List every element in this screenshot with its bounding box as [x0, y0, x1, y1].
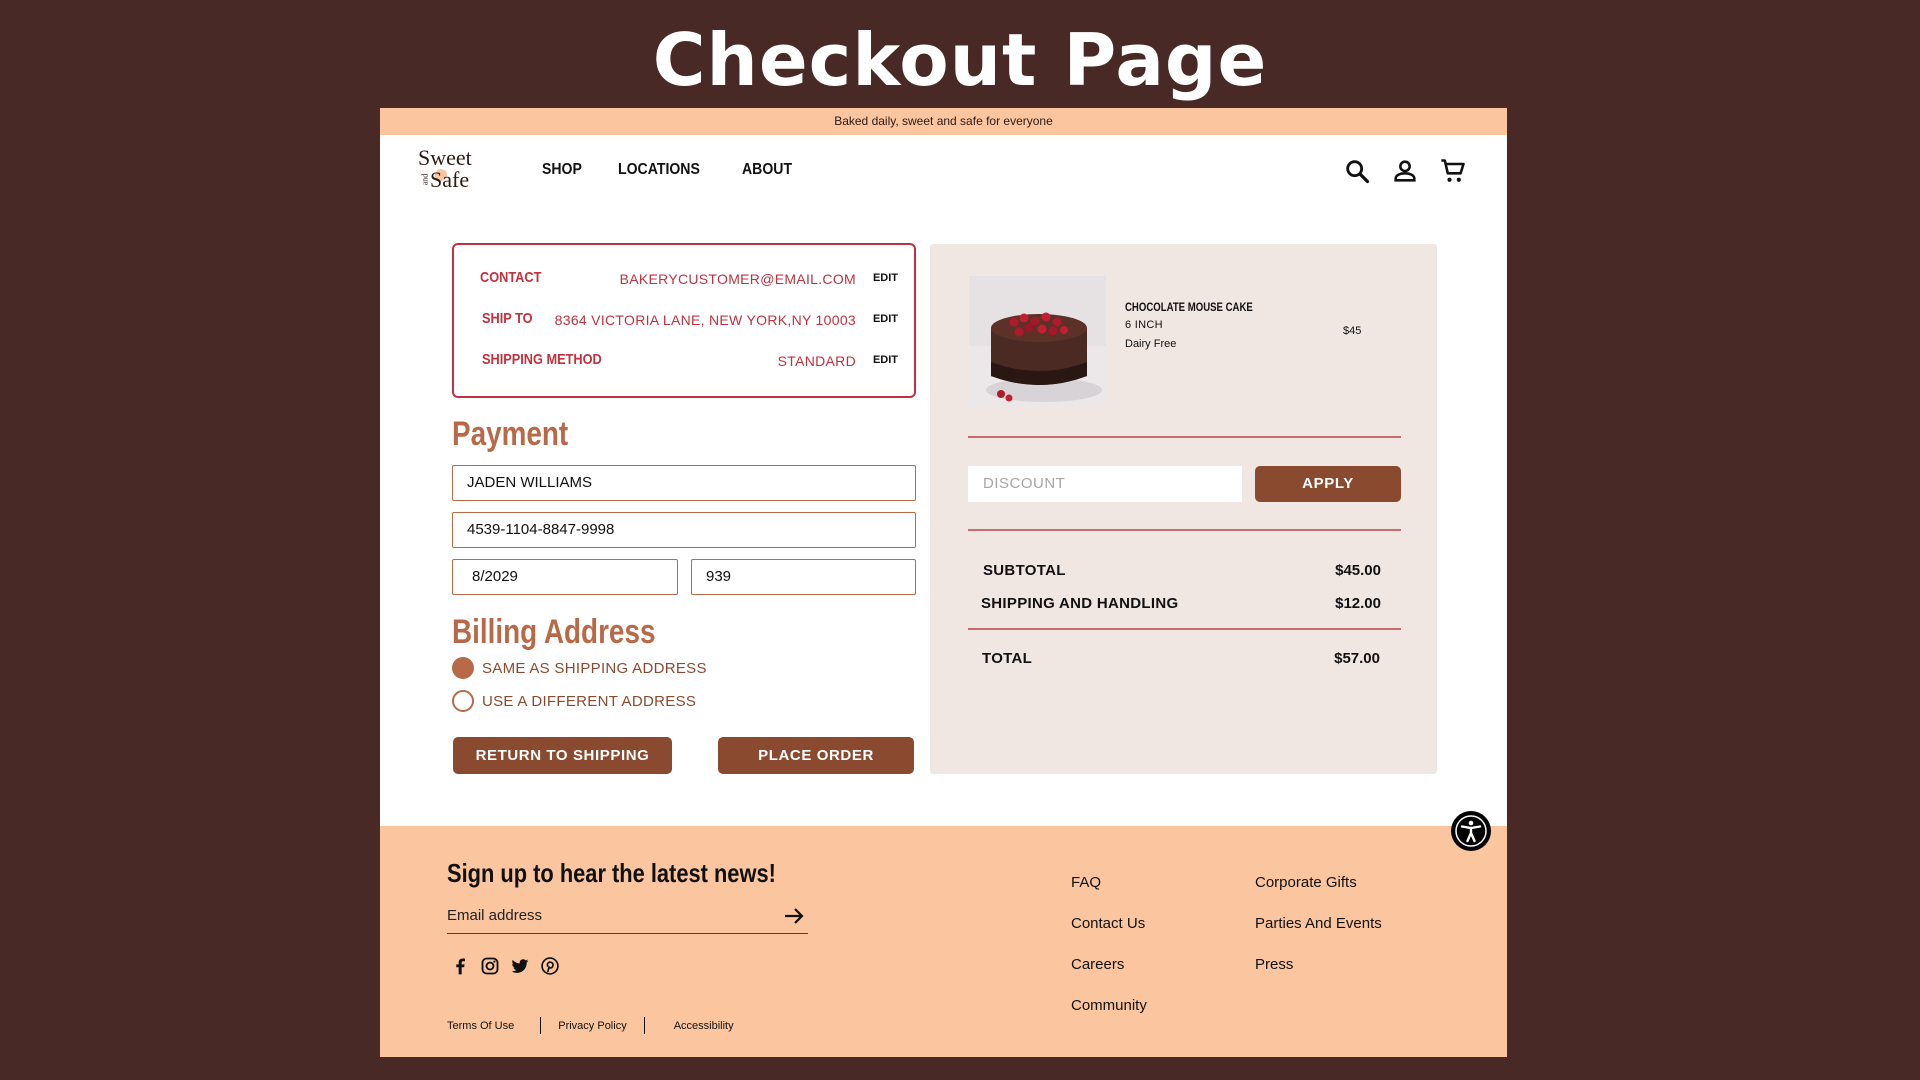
- return-to-shipping-button[interactable]: RETURN TO SHIPPING: [453, 737, 672, 774]
- divider-1: [968, 436, 1401, 438]
- item-name: CHOCOLATE MOUSE CAKE: [1125, 300, 1253, 314]
- item-diet: Dairy Free: [1125, 338, 1177, 350]
- arrow-right-icon[interactable]: [782, 904, 806, 928]
- pinterest-icon[interactable]: [540, 956, 560, 976]
- email-placeholder: Email address: [447, 907, 543, 924]
- logo-line-1: Sweet: [418, 145, 472, 170]
- ship-to-value: 8364 VICTORIA LANE, NEW YORK,NY 10003: [554, 312, 856, 328]
- total-value: $57.00: [1334, 650, 1380, 667]
- shipping-method-row: SHIPPING METHOD STANDARD EDIT: [454, 351, 914, 371]
- shipping-label: SHIPPING AND HANDLING: [981, 595, 1179, 612]
- total-label: TOTAL: [982, 650, 1033, 667]
- accessibility-icon: [1455, 815, 1487, 847]
- order-summary-panel: CHOCOLATE MOUSE CAKE 6 INCH Dairy Free $…: [930, 244, 1437, 774]
- radio-selected-icon[interactable]: [452, 657, 474, 679]
- nav-locations[interactable]: LOCATIONS: [618, 161, 700, 179]
- different-address-option[interactable]: USE A DIFFERENT ADDRESS: [452, 690, 696, 712]
- nav-about[interactable]: ABOUT: [742, 161, 792, 179]
- footer-link-parties-events[interactable]: Parties And Events: [1255, 913, 1382, 935]
- shipping-value: $12.00: [1335, 595, 1381, 612]
- apply-discount-button[interactable]: APPLY: [1255, 466, 1401, 502]
- footer-column-2: Corporate Gifts Parties And Events Press: [1255, 872, 1382, 976]
- contact-row: CONTACT BAKERYCUSTOMER@EMAIL.COM EDIT: [454, 269, 914, 289]
- place-order-button[interactable]: PLACE ORDER: [718, 737, 914, 774]
- footer-link-community[interactable]: Community: [1071, 995, 1147, 1017]
- search-icon[interactable]: [1343, 157, 1371, 185]
- announcement-bar: Baked daily, sweet and safe for everyone: [380, 108, 1507, 135]
- footer-link-careers[interactable]: Careers: [1071, 954, 1147, 976]
- accessibility-link[interactable]: Accessibility: [674, 1020, 734, 1032]
- navbar: Sweet and Safe SHOP LOCATIONS ABOUT: [380, 135, 1507, 207]
- checkout-frame: Baked daily, sweet and safe for everyone…: [380, 108, 1507, 1057]
- logo-line-2: Safe: [430, 167, 470, 192]
- divider-2: [968, 529, 1401, 531]
- divider-3: [968, 628, 1401, 630]
- item-size: 6 INCH: [1125, 319, 1163, 331]
- cvv-field[interactable]: 939: [691, 559, 916, 595]
- contact-label: CONTACT: [480, 269, 542, 286]
- legal-separator: [540, 1017, 542, 1034]
- page-heading: Checkout Page: [652, 18, 1268, 102]
- social-links: [450, 956, 560, 976]
- privacy-link[interactable]: Privacy Policy: [558, 1020, 626, 1032]
- billing-title: Billing Address: [452, 613, 656, 651]
- nav-shop[interactable]: SHOP: [542, 161, 582, 179]
- nav-icons: [1343, 157, 1467, 185]
- footer-link-faq[interactable]: FAQ: [1071, 872, 1147, 894]
- shipping-method-label: SHIPPING METHOD: [482, 351, 602, 368]
- cake-image: [969, 276, 1106, 408]
- legal-separator: [643, 1017, 645, 1034]
- footer-column-1: FAQ Contact Us Careers Community: [1071, 872, 1147, 1017]
- logo[interactable]: Sweet and Safe: [418, 145, 472, 195]
- payment-title: Payment: [452, 415, 569, 453]
- subtotal-label: SUBTOTAL: [983, 562, 1066, 579]
- contact-value: BAKERYCUSTOMER@EMAIL.COM: [619, 271, 856, 287]
- item-price: $45: [1343, 325, 1362, 337]
- footer-link-corporate-gifts[interactable]: Corporate Gifts: [1255, 872, 1382, 894]
- ship-to-row: SHIP TO 8364 VICTORIA LANE, NEW YORK,NY …: [454, 310, 914, 330]
- ship-to-label: SHIP TO: [482, 310, 533, 327]
- subtotal-value: $45.00: [1335, 562, 1381, 579]
- terms-link[interactable]: Terms Of Use: [447, 1020, 514, 1032]
- facebook-icon[interactable]: [450, 956, 470, 976]
- different-address-label: USE A DIFFERENT ADDRESS: [482, 692, 697, 710]
- contact-edit-link[interactable]: EDIT: [873, 272, 898, 284]
- accessibility-widget-button[interactable]: [1451, 811, 1491, 851]
- cardholder-name-field[interactable]: JADEN WILLIAMS: [452, 465, 916, 501]
- footer-link-contact-us[interactable]: Contact Us: [1071, 913, 1147, 935]
- same-address-option[interactable]: SAME AS SHIPPING ADDRESS: [452, 657, 707, 679]
- contact-summary-box: CONTACT BAKERYCUSTOMER@EMAIL.COM EDIT SH…: [452, 243, 916, 398]
- radio-unselected-icon[interactable]: [452, 690, 474, 712]
- footer: Sign up to hear the latest news! Email a…: [380, 826, 1507, 1057]
- ship-to-edit-link[interactable]: EDIT: [873, 313, 898, 325]
- card-number-field[interactable]: 4539-1104-8847-9998: [452, 512, 916, 548]
- legal-links: Terms Of Use Privacy Policy Accessibilit…: [447, 1017, 734, 1034]
- discount-input[interactable]: DISCOUNT: [968, 466, 1242, 502]
- logo-small: and: [420, 173, 430, 186]
- twitter-icon[interactable]: [510, 956, 530, 976]
- newsletter-email-input[interactable]: Email address: [447, 902, 808, 934]
- account-icon[interactable]: [1391, 157, 1419, 185]
- shipping-method-value: STANDARD: [777, 353, 856, 369]
- signup-title: Sign up to hear the latest news!: [447, 858, 776, 888]
- footer-link-press[interactable]: Press: [1255, 954, 1382, 976]
- shipping-method-edit-link[interactable]: EDIT: [873, 354, 898, 366]
- instagram-icon[interactable]: [480, 956, 500, 976]
- expiry-field[interactable]: 8/2029: [452, 559, 678, 595]
- nav-links: SHOP LOCATIONS ABOUT: [542, 161, 799, 179]
- same-address-label: SAME AS SHIPPING ADDRESS: [482, 659, 707, 677]
- cart-icon[interactable]: [1439, 157, 1467, 185]
